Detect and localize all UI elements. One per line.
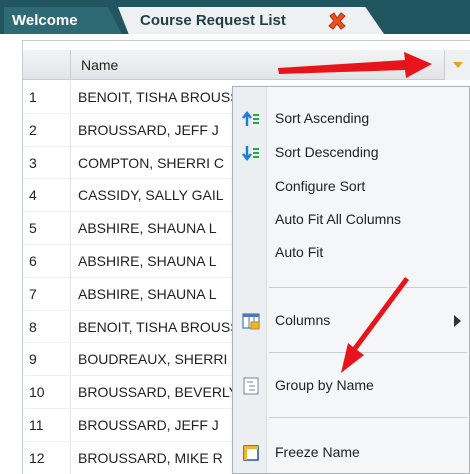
columns-icon	[242, 313, 260, 330]
name-cell[interactable]: BENOIT, TISHA BROUSSARD	[78, 89, 258, 105]
name-cell[interactable]: BROUSSARD, BEVERLY	[78, 384, 258, 400]
name-cell[interactable]: BROUSSARD, JEFF J	[78, 417, 258, 433]
tab-strip: Welcome Course Request List	[0, 0, 470, 34]
menu-item-columns[interactable]: Columns	[233, 306, 470, 336]
menu-item-sort-ascending[interactable]: Sort Ascending	[233, 104, 470, 134]
menu-separator	[269, 352, 467, 353]
menu-item-label: Columns	[275, 312, 331, 328]
name-cell[interactable]: BROUSSARD, MIKE R	[78, 450, 258, 466]
name-cell[interactable]: ABSHIRE, SHAUNA L	[78, 253, 258, 269]
row-number: 4	[29, 187, 37, 204]
column-header-name[interactable]: Name	[81, 57, 118, 73]
menu-item-auto-fit[interactable]: Auto Fit	[233, 238, 470, 268]
sort-descending-icon	[242, 146, 259, 162]
row-number: 3	[29, 154, 37, 171]
menu-item-label: Auto Fit	[275, 244, 324, 260]
row-number: 12	[29, 449, 45, 466]
menu-item-label: Configure Sort	[275, 178, 366, 194]
row-number: 1	[29, 89, 37, 105]
name-cell[interactable]: COMPTON, SHERRI C	[78, 155, 258, 171]
menu-separator	[269, 417, 467, 418]
menu-item-label: Freeze Name	[275, 444, 360, 460]
menu-separator	[269, 287, 467, 288]
tab-course-request-list[interactable]: Course Request List	[118, 7, 384, 34]
tab-welcome-label: Welcome	[12, 12, 78, 29]
row-number-header	[23, 50, 71, 80]
menu-item-configure-sort[interactable]: Configure Sort	[233, 172, 470, 202]
menu-item-label: Group by Name	[275, 377, 374, 393]
name-cell[interactable]: BOUDREAUX, SHERRI	[78, 351, 258, 367]
menu-item-label: Sort Descending	[275, 144, 379, 160]
menu-item-group-by-name[interactable]: Group by Name	[233, 371, 470, 401]
name-cell[interactable]: CASSIDY, SALLY GAIL	[78, 187, 258, 203]
row-number: 7	[29, 285, 37, 302]
menu-item-freeze-name[interactable]: Freeze Name	[233, 438, 470, 468]
grid-header: Name	[23, 50, 470, 80]
row-number: 10	[29, 384, 45, 401]
row-number: 6	[29, 252, 37, 269]
menu-item-auto-fit-all-columns[interactable]: Auto Fit All Columns	[233, 205, 470, 235]
row-number: 5	[29, 220, 37, 237]
menu-item-sort-descending[interactable]: Sort Descending	[233, 138, 470, 168]
column-context-menu: Sort Ascending Sort Descending Configure…	[232, 86, 470, 474]
column-menu-button[interactable]	[444, 50, 470, 80]
name-cell[interactable]: BENOIT, TISHA BROUSSARD	[78, 319, 258, 335]
row-number: 9	[29, 351, 37, 368]
row-number: 11	[29, 416, 44, 433]
name-cell[interactable]: ABSHIRE, SHAUNA L	[78, 286, 258, 302]
submenu-arrow-icon	[454, 315, 461, 327]
tab-welcome[interactable]: Welcome	[4, 7, 122, 34]
name-cell[interactable]: BROUSSARD, JEFF J	[78, 122, 258, 138]
menu-item-label: Auto Fit All Columns	[275, 211, 402, 227]
group-icon	[243, 377, 259, 395]
name-cell[interactable]: ABSHIRE, SHAUNA L	[78, 220, 258, 236]
chevron-down-icon	[453, 62, 463, 68]
sort-ascending-icon	[242, 110, 259, 126]
menu-item-label: Sort Ascending	[275, 110, 370, 126]
close-tab-icon[interactable]	[326, 10, 348, 32]
row-number: 2	[29, 121, 37, 138]
freeze-icon	[243, 445, 259, 461]
row-number: 8	[29, 318, 37, 335]
tab-course-request-list-label: Course Request List	[140, 12, 286, 29]
